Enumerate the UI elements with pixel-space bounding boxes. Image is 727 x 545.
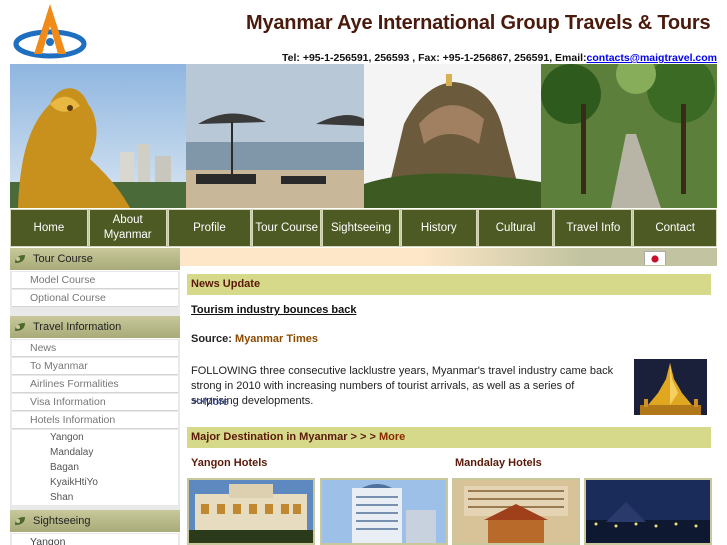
news-more-link[interactable]: >>More — [191, 396, 229, 408]
nav-history[interactable]: History — [400, 209, 477, 247]
contact-info: Tel: +95-1-256591, 256593 , Fax: +95-1-2… — [282, 52, 717, 64]
sidebar-heading-label: Travel Information — [33, 321, 122, 333]
sidebar-subitem-kyaikhtiyo[interactable]: KyaikHtiYo — [12, 475, 178, 490]
hotel-photo-mandalay-1[interactable] — [452, 478, 580, 545]
sidebar-item-model-course[interactable]: Model Course — [12, 272, 178, 289]
sidebar-item-to-myanmar[interactable]: To Myanmar — [12, 358, 178, 375]
source-label: Source: — [191, 333, 232, 345]
sidebar-heading-sightseeing[interactable]: Sightseeing — [10, 510, 180, 533]
content-top-strip — [180, 248, 717, 266]
mandalay-hotels-heading: Mandalay Hotels — [455, 457, 542, 469]
nav-travel-info[interactable]: Travel Info — [554, 209, 633, 247]
sidebar-item-airlines-formalities[interactable]: Airlines Formalities — [12, 376, 178, 393]
major-destination-more-link[interactable]: More — [379, 431, 405, 443]
banner — [10, 64, 717, 208]
hotel-photo-mandalay-2[interactable] — [584, 478, 712, 545]
nav-contact[interactable]: Contact — [633, 209, 718, 247]
nav-cultural[interactable]: Cultural — [477, 209, 554, 247]
banner-photo-mount-popa — [364, 64, 541, 208]
japanese-flag-icon[interactable] — [644, 251, 666, 265]
sidebar-heading-label: Tour Course — [33, 253, 93, 265]
nav-profile[interactable]: Profile — [167, 209, 252, 247]
company-logo[interactable] — [12, 2, 88, 62]
nav-sightseeing[interactable]: Sightseeing — [322, 209, 400, 247]
sidebar-heading-tour-course[interactable]: Tour Course — [10, 248, 180, 271]
site-title: Myanmar Aye International Group Travels … — [246, 12, 711, 34]
sidebar-item-sightseeing-yangon[interactable]: Yangon — [12, 534, 178, 545]
contact-text: Tel: +95-1-256591, 256593 , Fax: +95-1-2… — [282, 52, 587, 64]
source-value: Myanmar Times — [235, 333, 318, 345]
sidebar-item-optional-course[interactable]: Optional Course — [12, 290, 178, 307]
sidebar-item-visa-information[interactable]: Visa Information — [12, 394, 178, 411]
yangon-hotels-heading: Yangon Hotels — [191, 457, 268, 469]
sidebar-item-news[interactable]: News — [12, 340, 178, 357]
main-nav: Home About Myanmar Profile Tour Course S… — [10, 209, 718, 247]
nav-home[interactable]: Home — [10, 209, 88, 247]
sidebar-subitem-bagan[interactable]: Bagan — [12, 460, 178, 475]
banner-photo-golden-bird — [10, 64, 186, 208]
news-body: FOLLOWING three consecutive lacklustre y… — [191, 365, 614, 407]
news-headline-link[interactable]: Tourism industry bounces back — [191, 304, 356, 316]
sidebar-subitem-yangon[interactable]: Yangon — [12, 430, 178, 445]
hotel-photo-yangon-2[interactable] — [320, 478, 448, 545]
nav-tour-course[interactable]: Tour Course — [252, 209, 322, 247]
sidebar-subitem-shan[interactable]: Shan — [12, 490, 178, 505]
sidebar-item-hotels-information[interactable]: Hotels Information — [12, 412, 178, 429]
major-destination-label: Major Destination in Myanmar > > > — [191, 431, 379, 443]
leaf-icon — [15, 517, 25, 525]
sidebar: Tour Course Model Course Optional Course… — [10, 248, 180, 545]
leaf-icon — [15, 323, 25, 331]
news-source: Source: Myanmar Times — [191, 333, 318, 345]
email-link[interactable]: contacts@maigtravel.com — [587, 52, 717, 64]
news-update-bar: News Update — [187, 274, 711, 295]
sidebar-heading-travel-information[interactable]: Travel Information — [10, 316, 180, 339]
banner-photo-beach — [186, 64, 364, 208]
sidebar-heading-label: Sightseeing — [33, 515, 91, 527]
sidebar-subitem-mandalay[interactable]: Mandalay — [12, 445, 178, 460]
major-destination-bar: Major Destination in Myanmar > > > More — [187, 427, 711, 448]
news-thumbnail-pagoda[interactable] — [634, 359, 707, 415]
nav-about-myanmar[interactable]: About Myanmar — [88, 209, 167, 247]
hotel-photo-yangon-1[interactable] — [187, 478, 315, 545]
banner-photo-tree-road — [541, 64, 717, 208]
leaf-icon — [15, 255, 25, 263]
